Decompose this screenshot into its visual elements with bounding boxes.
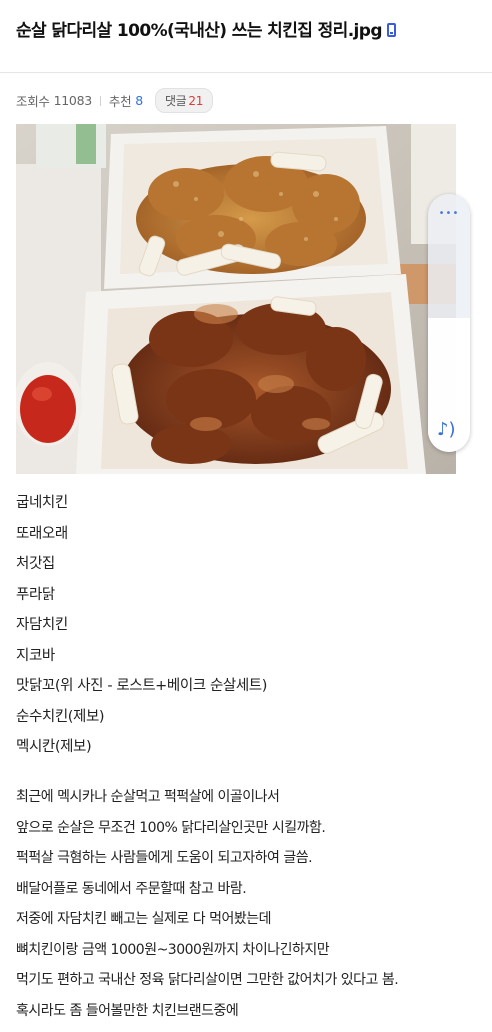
body-line: 최근에 멕시카나 순살먹고 퍽퍽살에 이골이나서 <box>16 789 280 805</box>
music-note-icon: ♪) <box>437 419 456 440</box>
list-item: 순수치킨(제보) <box>16 708 105 725</box>
mobile-icon <box>386 22 396 37</box>
chicken-photo[interactable] <box>16 124 456 474</box>
views-count: 11083 <box>53 93 93 108</box>
list-item: 맛닭꼬(위 사진 - 로스트+베이크 순살세트) <box>16 678 267 694</box>
header-divider <box>0 72 492 73</box>
post-body: 최근에 멕시카나 순살먹고 퍽퍽살에 이골이나서 앞으로 순살은 무조건 100… <box>16 782 399 1026</box>
comment-label: 댓글 <box>164 94 187 108</box>
list-item: 멕시칸(제보) <box>16 739 92 755</box>
body-line: 앞으로 순살은 무조건 100% 닭다리살인곳만 시킬까함. <box>16 819 326 836</box>
body-line: 저중에 자담치킨 빼고는 실제로 다 먹어봤는데 <box>16 911 271 927</box>
body-line: 배달어플로 동네에서 주문할때 참고 바람. <box>16 880 247 897</box>
more-dots-icon[interactable]: ••• <box>428 208 470 219</box>
comment-count: 21 <box>188 94 204 108</box>
post-meta: 조회수 11083 추천 8 댓글 21 <box>16 88 214 113</box>
meta-separator <box>99 95 101 106</box>
body-line: 먹기도 편하고 국내산 정육 닭다리살이면 그만한 값어치가 있다고 봄. <box>16 972 399 988</box>
list-item: 자담치킨 <box>16 617 68 633</box>
list-item: 굽네치킨 <box>16 495 68 511</box>
recommend-label: 추천 <box>108 94 132 109</box>
list-item: 푸라닭 <box>16 586 55 603</box>
list-item: 또래오래 <box>16 525 68 542</box>
body-line: 혹시라도 좀 들어볼만한 치킨브랜드중에 <box>16 1002 239 1019</box>
views-label: 조회수 <box>16 94 50 109</box>
comment-badge[interactable]: 댓글 21 <box>154 88 214 113</box>
list-item: 지코바 <box>16 647 55 664</box>
body-line: 퍽퍽살 극혐하는 사람들에게 도움이 되고자하여 글씀. <box>16 850 313 866</box>
body-line: 뼈치킨이랑 금액 1000원~3000원까지 차이나긴하지만 <box>16 941 330 958</box>
list-item: 처갓집 <box>16 556 55 572</box>
post-title: 순살 닭다리살 100%(국내산) 쓰는 치킨집 정리.jpg <box>16 21 383 41</box>
chicken-photo-drawing <box>16 124 456 474</box>
post-header: 순살 닭다리살 100%(국내산) 쓰는 치킨집 정리.jpg <box>16 16 480 41</box>
recommend-count: 8 <box>135 93 143 108</box>
volume-slider[interactable]: ••• ♪) <box>428 194 470 452</box>
shop-list: 굽네치킨 또래오래 처갓집 푸라닭 자담치킨 지코바 맛닭꼬(위 사진 - 로스… <box>16 488 267 763</box>
